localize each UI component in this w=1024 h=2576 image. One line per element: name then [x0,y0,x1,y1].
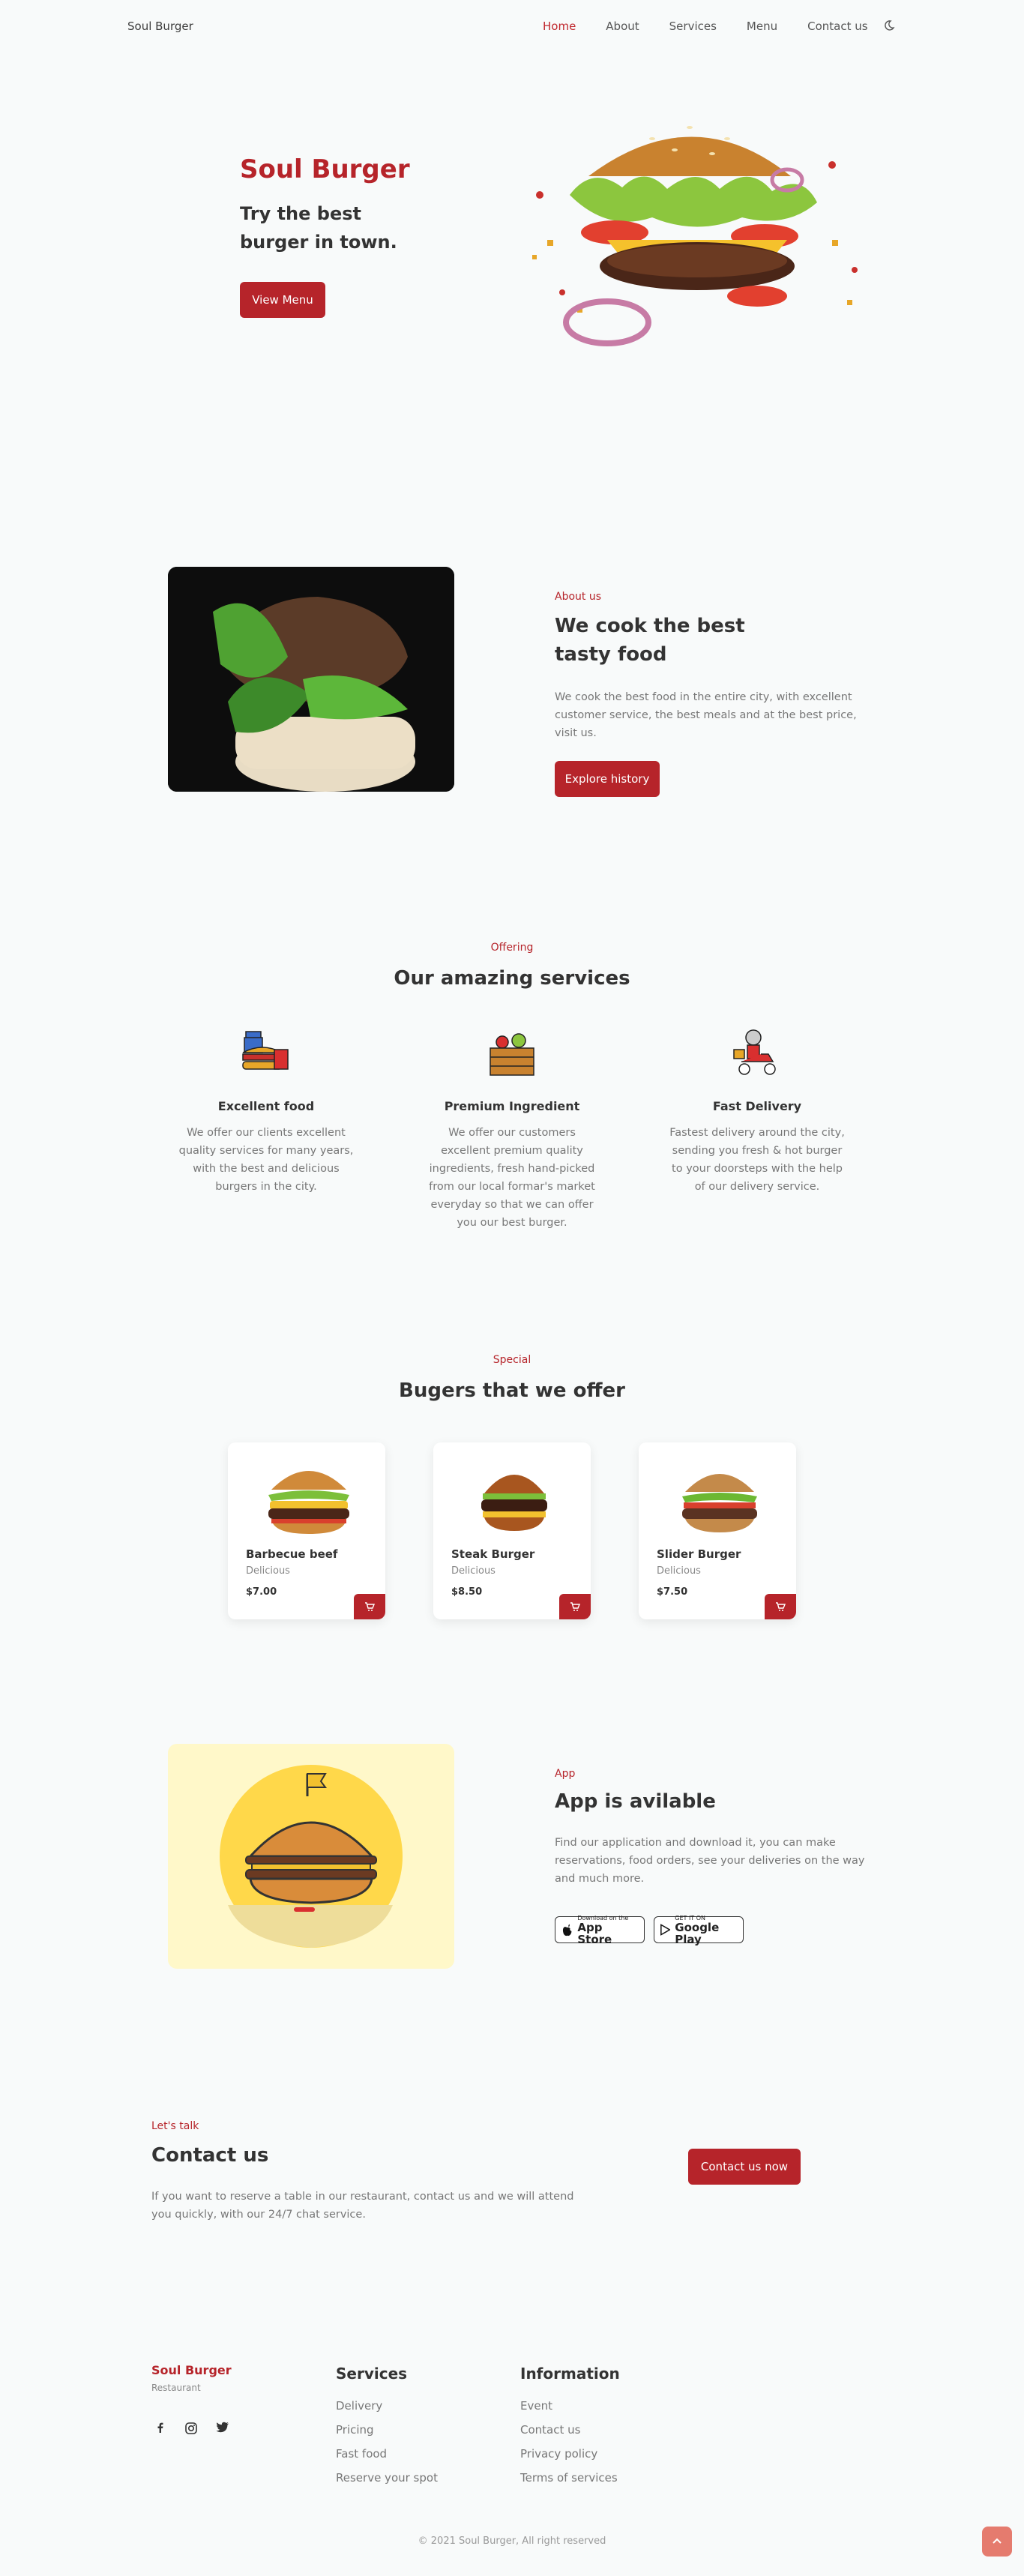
cart-icon [776,1602,786,1611]
twitter-icon[interactable] [216,2422,229,2434]
service-text: We offer our customers excellent premium… [429,1127,595,1229]
footer-brand-sub: Restaurant [151,2383,201,2393]
app-text: Find our application and download it, yo… [555,1837,865,1885]
about-tag: About us [555,591,602,603]
header: Soul Burger Home About Services Menu Con… [0,0,1024,54]
service-card-food: Excellent food We offer our clients exce… [176,1027,356,1196]
app-heading: App is avilable [555,1790,716,1813]
burger-card[interactable]: Steak Burger Delicious $8.50 [433,1442,591,1619]
google-play-icon [660,1924,671,1936]
hero-burger-image [532,126,858,346]
service-title: Excellent food [217,1099,315,1113]
apple-icon [562,1924,572,1936]
app-store-big: App Store [577,1920,612,1946]
services-tag: Offering [490,942,534,954]
footer-info-title: Information [520,2365,620,2383]
delivery-scooter-icon [733,1029,776,1075]
contact-text: If you want to reserve a table in our re… [151,2191,574,2221]
about-text: We cook the best food in the entire city… [555,691,857,739]
vegetable-crate-icon [490,1033,534,1076]
facebook-icon[interactable] [154,2422,166,2434]
nav-about[interactable]: About [606,19,639,33]
nav-home[interactable]: Home [543,19,576,33]
cart-icon [570,1602,580,1611]
footer-brand: Soul Burger [151,2363,232,2377]
footer-link[interactable]: Privacy policy [520,2447,597,2461]
burger-desc: Delicious [246,1565,290,1577]
add-to-cart-button[interactable] [354,1594,385,1619]
cart-icon [365,1602,375,1611]
burger-image [682,1474,757,1532]
service-card-delivery: Fast Delivery Fastest delivery around th… [667,1027,847,1196]
arrow-up-icon [993,2538,1002,2544]
site-logo[interactable]: Soul Burger [127,19,193,33]
footer-services-title: Services [336,2365,408,2383]
burger-card[interactable]: Barbecue beef Delicious $7.00 [228,1442,385,1619]
burgers-heading: Bugers that we offer [399,1379,625,1402]
service-card-ingredient: Premium Ingredient We offer our customer… [422,1027,602,1232]
add-to-cart-button[interactable] [559,1594,591,1619]
scroll-top-button[interactable] [982,2527,1012,2557]
nav-services[interactable]: Services [669,19,717,33]
hero-title: Soul Burger [240,154,410,184]
food-icon [242,1031,289,1070]
burger-name: Barbecue beef [246,1547,338,1561]
about-burger-image [168,567,454,792]
footer-link[interactable]: Pricing [336,2423,374,2437]
burger-name: Steak Burger [451,1547,535,1561]
app-illustration [168,1744,454,1969]
burger-card[interactable]: Slider Burger Delicious $7.50 [639,1442,796,1619]
app-tag: App [555,1768,576,1780]
footer-link[interactable]: Delivery [336,2399,382,2413]
social-links [154,2422,229,2435]
burger-image [268,1471,349,1534]
view-menu-button[interactable]: View Menu [240,282,325,318]
google-play-big: Google Play [675,1920,720,1946]
service-title: Premium Ingredient [444,1099,580,1113]
burger-name: Slider Burger [657,1547,741,1561]
footer-link[interactable]: Terms of services [520,2471,618,2485]
contact-us-now-button[interactable]: Contact us now [688,2149,801,2185]
burger-price: $7.50 [657,1586,688,1598]
service-title: Fast Delivery [712,1099,802,1113]
footer-link[interactable]: Reserve your spot [336,2471,438,2485]
burgers-tag: Special [493,1354,531,1366]
services-heading: Our amazing services [394,967,630,990]
copyright: © 2021 Soul Burger, All right reserved [418,2536,606,2547]
burger-desc: Delicious [657,1565,701,1577]
moon-icon[interactable] [883,19,895,31]
nav-menu[interactable]: Menu [747,19,777,33]
footer-info-col: Information [520,2365,620,2383]
main-nav: Home About Services Menu Contact us [543,19,898,33]
about-heading: We cook the best tasty food [555,615,745,666]
burger-desc: Delicious [451,1565,496,1577]
footer-link[interactable]: Contact us [520,2423,580,2437]
instagram-icon[interactable] [184,2422,198,2435]
hero-subtitle: Try the best burger in town. [240,203,397,253]
burger-price: $8.50 [451,1586,483,1598]
contact-tag: Let's talk [151,2120,199,2132]
contact-heading: Contact us [151,2144,269,2167]
nav-contact[interactable]: Contact us [807,19,867,33]
service-text: We offer our clients excellent quality s… [178,1127,354,1193]
footer-link[interactable]: Event [520,2399,552,2413]
google-play-button[interactable]: GET IT ON Google Play [654,1915,744,1946]
add-to-cart-button[interactable] [765,1594,796,1619]
footer-services-col: Services [336,2365,407,2383]
explore-history-button[interactable]: Explore history [555,761,660,797]
app-store-button[interactable]: Download on the App Store [555,1915,645,1946]
burger-image [481,1475,547,1531]
burger-price: $7.00 [246,1586,277,1598]
footer-link[interactable]: Fast food [336,2447,387,2461]
service-text: Fastest delivery around the city, sendin… [669,1127,845,1193]
